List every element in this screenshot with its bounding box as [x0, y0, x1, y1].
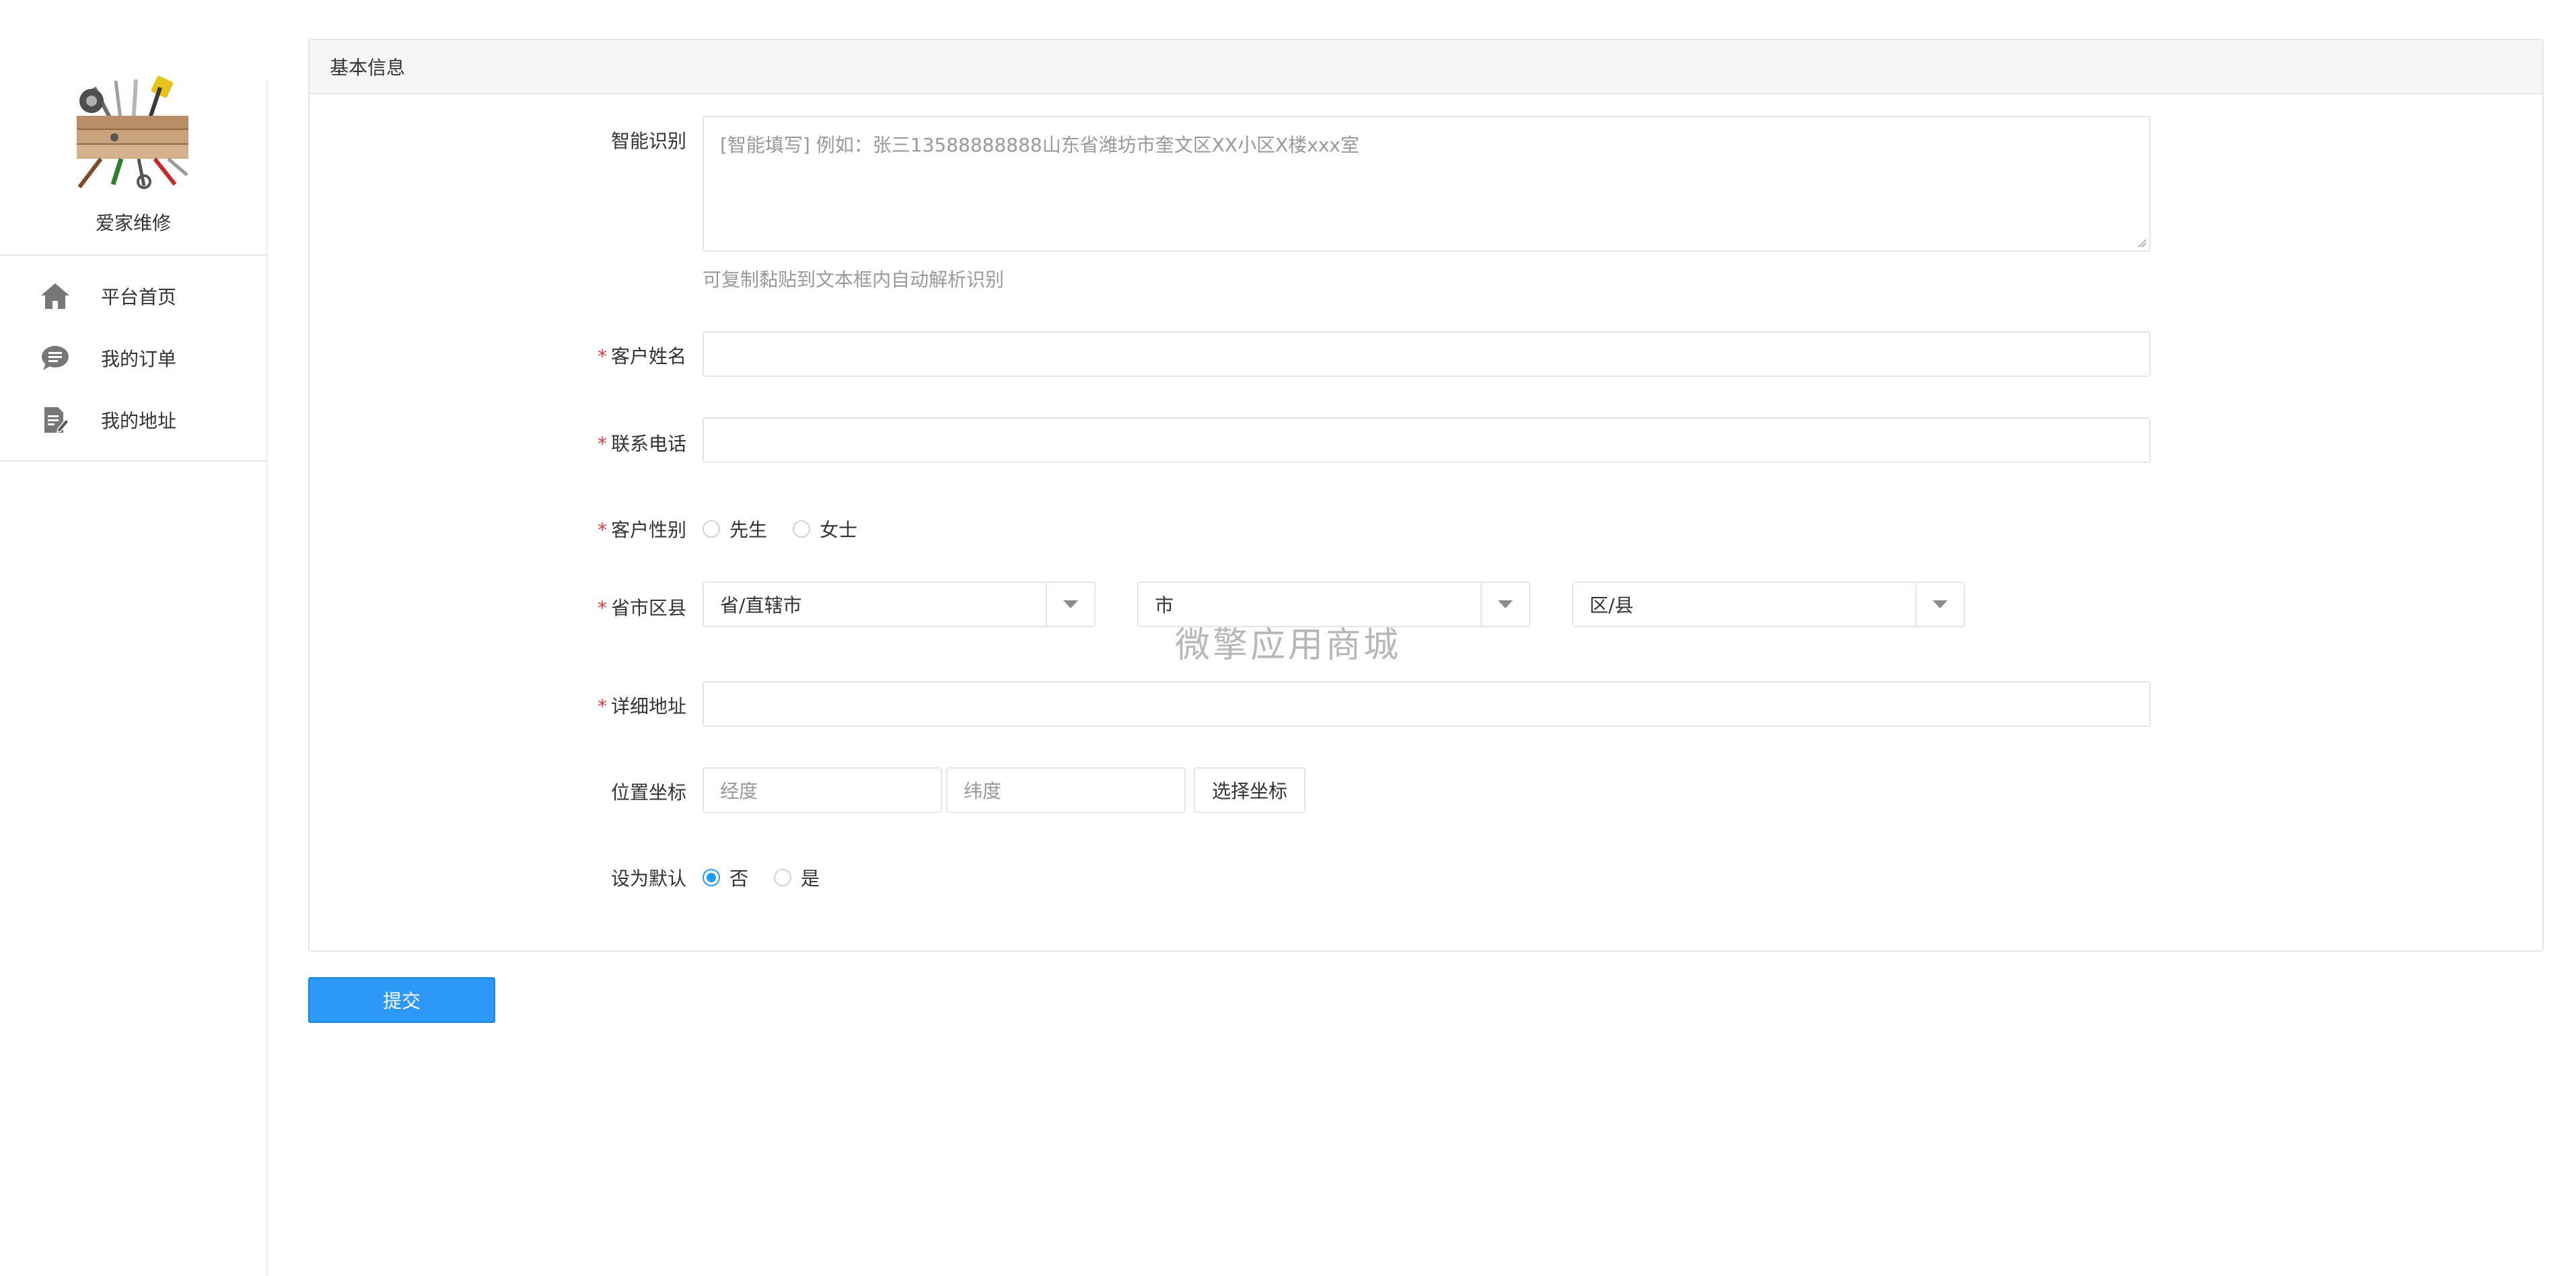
chevron-down-icon[interactable]	[1915, 583, 1964, 626]
region-label: * 省市区县	[597, 597, 686, 619]
sidebar-item-label: 我的订单	[101, 348, 177, 370]
customer-name-input[interactable]	[703, 331, 2151, 377]
smart-recognize-hint: 可复制黏贴到文本框内自动解析识别	[703, 269, 1005, 291]
latitude-input[interactable]: 纬度	[946, 767, 1186, 813]
smart-recognize-placeholder: [智能填写] 例如：张三13588888888山东省潍坊市奎文区XX小区X楼xx…	[720, 134, 1359, 156]
chevron-down-icon[interactable]	[1046, 583, 1094, 626]
detail-address-label: * 详细地址	[597, 695, 686, 717]
sidebar-item-address[interactable]: 我的地址	[0, 389, 266, 451]
coordinate-label: 位置坐标	[610, 781, 686, 804]
required-mark: *	[597, 597, 607, 619]
basic-info-panel: 基本信息 智能识别 [智能填写] 例如：张三13588888888山东省潍坊市奎…	[308, 39, 2544, 952]
gender-label: * 客户性别	[597, 519, 686, 541]
default-radio-group: 否 是	[703, 864, 845, 891]
edit-doc-icon	[35, 400, 75, 440]
chat-icon	[35, 338, 75, 378]
sidebar-nav: 平台首页 我的订单 我的地址	[0, 254, 266, 462]
gender-option-label: 女士	[820, 519, 858, 541]
resize-grip-icon[interactable]	[2137, 238, 2147, 248]
province-select[interactable]: 省/直辖市	[703, 581, 1096, 627]
sidebar-item-home[interactable]: 平台首页	[0, 265, 266, 327]
default-option-label: 否	[729, 867, 749, 890]
gender-radio-mr[interactable]	[703, 520, 720, 538]
sidebar-item-label: 平台首页	[101, 286, 177, 308]
chevron-down-icon[interactable]	[1480, 583, 1529, 626]
default-option-label: 是	[801, 867, 820, 890]
default-radio-no[interactable]	[703, 869, 720, 886]
pick-coordinate-button[interactable]: 选择坐标	[1194, 767, 1305, 813]
panel-title: 基本信息	[310, 40, 2542, 94]
phone-input[interactable]	[703, 417, 2151, 463]
default-radio-yes[interactable]	[774, 869, 792, 886]
submit-button[interactable]: 提交	[308, 977, 495, 1023]
detail-address-input[interactable]	[703, 681, 2151, 727]
required-mark: *	[597, 433, 607, 455]
district-select[interactable]: 区/县	[1572, 581, 1965, 627]
province-select-value: 省/直辖市	[720, 594, 802, 616]
gender-radio-ms[interactable]	[793, 520, 811, 538]
smart-recognize-label: 智能识别	[610, 130, 686, 152]
sidebar-item-label: 我的地址	[101, 410, 177, 432]
watermark: 微擎应用商城	[1175, 625, 1402, 666]
required-mark: *	[597, 519, 607, 541]
longitude-placeholder: 经度	[720, 780, 758, 802]
sidebar-divider	[266, 79, 268, 1276]
latitude-placeholder: 纬度	[964, 780, 1002, 802]
brand-name: 爱家维修	[95, 212, 171, 234]
district-select-value: 区/县	[1589, 594, 1634, 616]
brand-logo	[74, 74, 191, 191]
required-mark: *	[597, 345, 607, 367]
longitude-input[interactable]: 经度	[703, 767, 942, 813]
sidebar: 爱家维修 平台首页 我的订单 我的地址	[0, 0, 268, 1276]
gender-option-label: 先生	[729, 519, 768, 541]
phone-label: * 联系电话	[597, 433, 686, 455]
gender-radio-group: 先生 女士	[703, 516, 883, 542]
required-mark: *	[597, 695, 607, 717]
home-icon	[35, 276, 75, 316]
sidebar-item-orders[interactable]: 我的订单	[0, 327, 266, 389]
smart-recognize-textarea[interactable]: [智能填写] 例如：张三13588888888山东省潍坊市奎文区XX小区X楼xx…	[703, 116, 2151, 252]
set-default-label: 设为默认	[610, 867, 686, 890]
customer-name-label: * 客户姓名	[597, 345, 686, 367]
city-select-value: 市	[1155, 594, 1174, 616]
